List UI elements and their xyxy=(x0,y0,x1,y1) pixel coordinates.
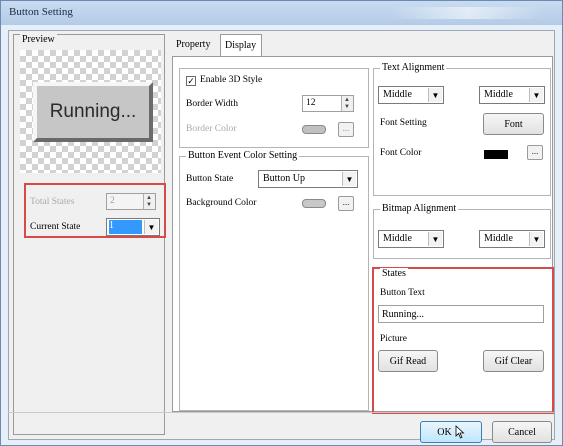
text-align-horizontal-value: Middle xyxy=(383,89,412,100)
border-width-spinner[interactable]: 12 ▲ ▼ xyxy=(302,95,354,112)
chevron-down-icon[interactable]: ▼ xyxy=(428,232,442,246)
background-color-label: Background Color xyxy=(186,198,257,208)
total-states-value: 2 xyxy=(110,196,115,206)
text-align-horizontal-combo[interactable]: Middle ▼ xyxy=(378,86,444,104)
chevron-down-icon[interactable]: ▼ xyxy=(529,232,543,246)
tab-property[interactable]: Property xyxy=(172,34,220,56)
bitmap-align-vertical-combo[interactable]: Middle ▼ xyxy=(479,230,545,248)
tab-display[interactable]: Display xyxy=(220,34,262,58)
bitmap-align-vertical-value: Middle xyxy=(484,233,513,244)
bitmap-align-horizontal-combo[interactable]: Middle ▼ xyxy=(378,230,444,248)
bitmap-align-horizontal-value: Middle xyxy=(383,233,412,244)
button-event-color-group-label: Button Event Color Setting xyxy=(186,150,300,161)
spinner-arrows-icon[interactable]: ▲ ▼ xyxy=(341,96,353,111)
enable-3d-checkbox[interactable]: ✓ xyxy=(186,76,196,86)
button-state-value: Button Up xyxy=(263,173,305,184)
text-align-vertical-combo[interactable]: Middle ▼ xyxy=(479,86,545,104)
cancel-button[interactable]: Cancel xyxy=(492,421,552,443)
mouse-cursor-icon xyxy=(455,425,465,439)
spinner-arrows-icon: ▲ ▼ xyxy=(143,194,155,209)
border-color-swatch xyxy=(302,125,326,134)
button-text-label: Button Text xyxy=(380,288,425,298)
button-state-label: Button State xyxy=(186,174,234,184)
background-color-picker-button[interactable]: ... xyxy=(338,196,354,211)
preview-button: Running... xyxy=(33,82,153,142)
font-color-swatch xyxy=(484,150,508,159)
chevron-down-icon[interactable]: ▼ xyxy=(342,172,356,186)
button-event-color-group: Button Event Color Setting xyxy=(179,150,369,411)
border-width-value: 12 xyxy=(306,98,316,108)
gif-read-button[interactable]: Gif Read xyxy=(378,350,438,372)
border-color-picker-button[interactable]: ... xyxy=(338,122,354,137)
preview-canvas: Running... xyxy=(20,50,161,173)
button-text-input[interactable]: Running... xyxy=(378,305,544,323)
chevron-down-icon[interactable]: ▼ xyxy=(428,88,442,102)
text-align-vertical-value: Middle xyxy=(484,89,513,100)
current-state-combo[interactable]: 1 ▼ xyxy=(106,218,160,236)
title-bar[interactable]: Button Setting xyxy=(1,1,562,25)
ok-button[interactable]: OK xyxy=(420,421,482,443)
chevron-down-icon[interactable]: ▼ xyxy=(144,220,158,234)
title-bar-glow xyxy=(392,7,542,19)
border-color-label: Border Color xyxy=(186,124,237,134)
total-states-label: Total States xyxy=(30,197,75,207)
total-states-spinner: 2 ▲ ▼ xyxy=(106,193,156,210)
font-button[interactable]: Font xyxy=(483,113,544,135)
text-alignment-group-label: Text Alignment xyxy=(380,62,447,73)
chevron-down-icon[interactable]: ▼ xyxy=(529,88,543,102)
enable-3d-label: Enable 3D Style xyxy=(200,75,263,85)
font-color-label: Font Color xyxy=(380,148,422,158)
border-width-label: Border Width xyxy=(186,99,238,109)
bitmap-alignment-group-label: Bitmap Alignment xyxy=(380,203,459,214)
button-state-combo[interactable]: Button Up ▼ xyxy=(258,170,358,188)
preview-group-label: Preview xyxy=(20,34,57,45)
font-setting-label: Font Setting xyxy=(380,118,427,128)
ok-button-label: OK xyxy=(437,426,452,438)
font-color-picker-button[interactable]: ... xyxy=(527,145,543,160)
button-text-value: Running... xyxy=(382,309,424,320)
current-state-value: 1 xyxy=(109,220,142,234)
gif-clear-button[interactable]: Gif Clear xyxy=(483,350,544,372)
background-color-swatch xyxy=(302,199,326,208)
current-state-label: Current State xyxy=(30,222,81,232)
window-title: Button Setting xyxy=(9,6,73,18)
states-group-label: States xyxy=(380,268,408,279)
footer-separator xyxy=(8,412,554,413)
picture-label: Picture xyxy=(380,334,407,344)
